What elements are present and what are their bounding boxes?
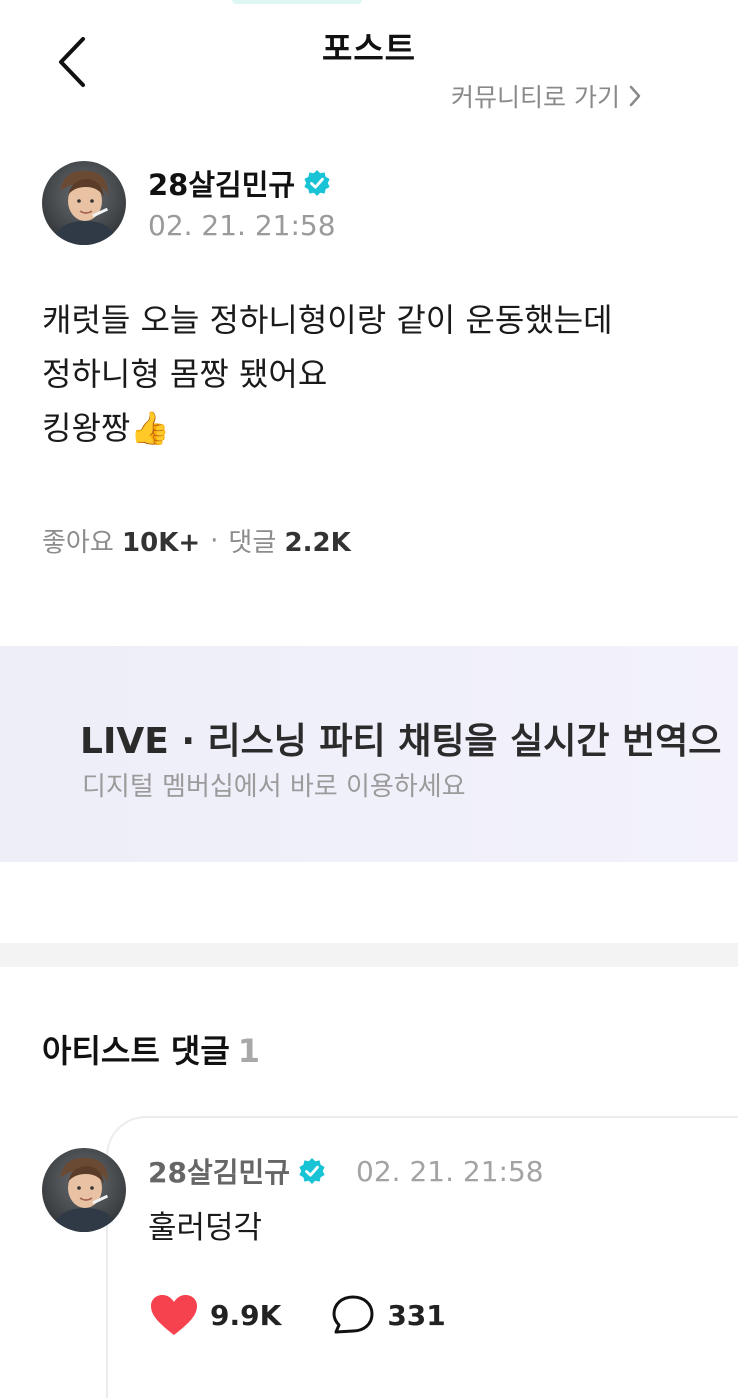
likes-stat[interactable]: 좋아요 10K+: [42, 522, 200, 559]
like-count: 9.9K: [210, 1298, 282, 1332]
promo-banner[interactable]: LIVE · 리스닝 파티 채팅을 실시간 번역으 디지털 멤버십에서 바로 이…: [0, 646, 738, 862]
like-button[interactable]: 9.9K: [150, 1294, 281, 1336]
comment-author-name: 28살김민규: [148, 1156, 291, 1189]
avatar[interactable]: [42, 1148, 126, 1232]
post-author-name: 28살김민규: [148, 168, 296, 202]
comments-stat[interactable]: 댓글 2.2K: [228, 522, 350, 559]
post-stats: 좋아요 10K+ · 댓글 2.2K: [42, 522, 351, 559]
likes-count: 10K+: [122, 528, 201, 558]
reply-count: 331: [387, 1298, 446, 1332]
community-link[interactable]: 커뮤니티로 가기: [451, 78, 642, 114]
artist-comments-heading: 아티스트 댓글 1: [42, 1026, 260, 1072]
chevron-right-icon: [629, 85, 641, 107]
comment-author[interactable]: 28살김민규 02. 21. 21:58: [148, 1151, 544, 1191]
community-link-label: 커뮤니티로 가기: [451, 83, 620, 112]
comment-date: 02. 21. 21:58: [356, 1154, 544, 1188]
comments-label: 댓글: [228, 528, 277, 558]
artist-comments-count: 1: [237, 1032, 261, 1070]
post-author[interactable]: 28살김민규: [148, 162, 331, 204]
avatar[interactable]: [42, 161, 126, 245]
post-body: 캐럿들 오늘 정하니형이랑 같이 운동했는데 정하니형 몸짱 됐어요 킹왕짱👍: [42, 301, 613, 447]
banner-subtitle: 디지털 멤버십에서 바로 이용하세요: [82, 772, 466, 802]
reply-button[interactable]: 331: [331, 1294, 446, 1336]
comment-actions: 9.9K 331: [150, 1294, 446, 1336]
artist-comments-title: 아티스트 댓글: [42, 1032, 230, 1070]
verified-badge-icon: [299, 1158, 325, 1184]
comment-bubble-icon: [332, 1295, 374, 1334]
banner-title: LIVE · 리스닝 파티 채팅을 실시간 번역으: [80, 721, 722, 762]
page-title: 포스트: [321, 29, 417, 68]
top-bar: 포스트 커뮤니티로 가기: [0, 0, 738, 120]
comments-count: 2.2K: [284, 528, 351, 558]
stats-separator: ·: [210, 525, 219, 556]
status-accent: [232, 0, 362, 4]
section-divider: [0, 943, 738, 967]
likes-label: 좋아요: [42, 528, 114, 558]
comment-text: 훌러덩각: [148, 1210, 263, 1246]
heart-icon: [151, 1295, 197, 1335]
post-date: 02. 21. 21:58: [148, 209, 336, 242]
verified-badge-icon: [304, 170, 330, 196]
